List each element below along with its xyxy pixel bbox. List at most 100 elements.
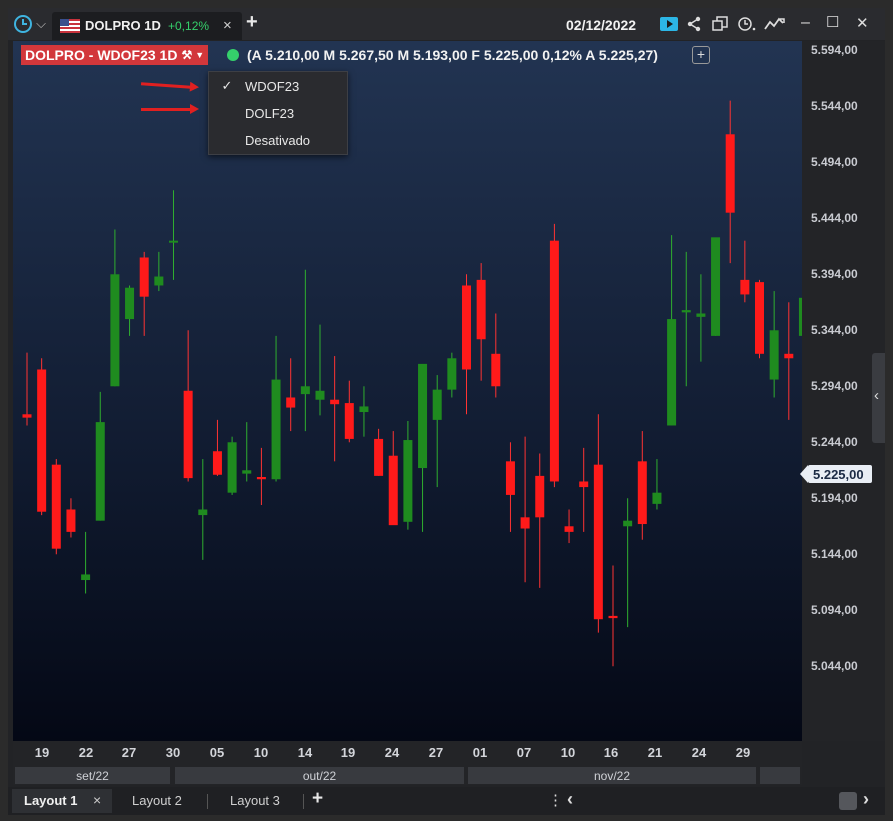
candle-body[interactable] [271,379,281,480]
candle-body[interactable] [81,574,91,581]
tab-layout-3[interactable]: Layout 3 [230,793,280,808]
candle-body[interactable] [344,403,354,439]
candle-body[interactable] [740,279,750,295]
candle-body[interactable] [652,492,662,504]
candle-body[interactable] [242,470,252,474]
day-tick-label: 27 [428,745,444,760]
candle-body[interactable] [66,509,76,532]
candle-body[interactable] [169,240,178,243]
price-tick-label: 5.294,00 [811,379,858,393]
candle-body[interactable] [183,390,193,479]
candle-body[interactable] [139,257,149,297]
candle-body[interactable] [505,461,515,495]
chart-area[interactable]: DOLPRO - WDOF23 1D ⚒ ▼ (A 5.210,00 M 5.2… [13,41,802,741]
candle-body[interactable] [623,520,633,527]
candle-body[interactable] [769,330,779,380]
panel-toggle-button[interactable] [839,792,857,810]
candle-body[interactable] [256,477,266,480]
candle-body[interactable] [359,406,369,413]
day-tick-label: 16 [603,745,619,760]
status-dot-icon [227,49,239,61]
candle-body[interactable] [784,353,794,359]
scroll-left-icon[interactable]: ‹ [567,789,573,810]
price-axis[interactable]: 5.594,00 5.544,00 5.494,00 5.444,00 5.39… [800,41,885,741]
candle-body[interactable] [374,438,384,476]
play-icon[interactable] [660,16,678,32]
candle-body[interactable] [315,390,325,400]
candle-body[interactable] [125,287,135,320]
clock-icon[interactable] [13,14,33,34]
candle-body[interactable] [286,397,296,408]
price-tick-label: 5.394,00 [811,267,858,281]
candle-body[interactable] [300,386,310,395]
day-tick-label: 24 [384,745,400,760]
time-axis[interactable]: 19 22 27 30 05 10 14 19 24 27 01 07 10 1… [13,741,802,765]
trend-icon[interactable] [764,16,786,32]
scroll-right-icon[interactable]: › [863,789,869,810]
candle-body[interactable] [593,464,603,620]
minimize-button[interactable]: – [801,14,810,32]
candle-body[interactable] [403,440,413,522]
candle-body[interactable] [535,475,545,518]
candle-body[interactable] [418,363,428,469]
add-layout-button[interactable]: + [312,788,323,810]
candle-body[interactable] [755,282,764,354]
candle-body[interactable] [37,369,47,512]
tab-dolpro[interactable]: DOLPRO 1D +0,12% × [52,12,242,40]
candle-body[interactable] [476,279,486,340]
dropdown-item-label: WDOF23 [245,78,300,94]
candle-body[interactable] [520,517,530,529]
add-tab-button[interactable]: + [246,11,258,34]
candle-body[interactable] [491,353,501,387]
candle-body[interactable] [579,481,589,488]
candle-body[interactable] [637,461,647,525]
candle-body[interactable] [212,451,222,475]
candle-body[interactable] [330,399,340,405]
candle-body[interactable] [696,313,706,317]
candle-body[interactable] [51,464,61,549]
candle-body[interactable] [154,276,164,286]
chevron-down-icon[interactable]: ▼ [195,50,204,60]
share-icon[interactable] [685,16,703,32]
dropdown-item-wdof23[interactable]: ✓ WDOF23 [209,73,347,99]
candle-body[interactable] [227,442,237,493]
candle-body[interactable] [388,455,398,526]
symbol-badge[interactable]: DOLPRO - WDOF23 1D ⚒ ▼ [21,45,209,65]
maximize-button[interactable]: ☐ [826,13,839,31]
clock-caret-icon[interactable]: ⌵ [34,15,48,33]
candle-body[interactable] [432,389,442,420]
more-menu-icon[interactable]: ⋮ [548,791,563,809]
dropdown-item-desativado[interactable]: Desativado [209,127,347,153]
candle-body[interactable] [681,310,691,313]
candle-body[interactable] [725,134,735,213]
detach-window-icon[interactable] [711,16,729,32]
add-indicator-button[interactable]: + [692,46,710,64]
candle-body[interactable] [447,358,457,390]
day-tick-label: 22 [78,745,94,760]
history-clock-icon[interactable] [736,16,758,32]
us-flag-icon [60,19,80,33]
tab-layout-2[interactable]: Layout 2 [132,793,182,808]
dropdown-item-dolf23[interactable]: DOLF23 [209,100,347,126]
candle-body[interactable] [22,414,32,418]
candle-body[interactable] [608,615,618,619]
price-tick-label: 5.044,00 [811,659,858,673]
candle-body[interactable] [564,526,574,532]
title-bar: ⌵ DOLPRO 1D +0,12% × + 02/12/2022 – ☐ ✕ [8,8,885,40]
close-icon[interactable]: × [93,792,101,808]
close-tab-icon[interactable]: × [223,17,232,34]
candle-body[interactable] [549,240,559,482]
close-window-button[interactable]: ✕ [856,14,869,32]
collapse-panel-handle[interactable]: ‹ [872,353,885,443]
chevron-left-icon: ‹ [874,387,879,404]
candle-body[interactable] [462,285,471,370]
candle-body[interactable] [667,319,677,426]
dropdown-item-label: Desativado [245,132,311,148]
tab-layout-1[interactable]: Layout 1 × [12,789,112,813]
candle-body[interactable] [711,237,721,336]
candle-body[interactable] [110,274,120,387]
settings-icon[interactable]: ⚒ [181,48,192,62]
candle-body[interactable] [198,509,208,516]
contract-dropdown: ✓ WDOF23 DOLF23 Desativado [208,71,348,155]
candle-body[interactable] [95,422,105,521]
